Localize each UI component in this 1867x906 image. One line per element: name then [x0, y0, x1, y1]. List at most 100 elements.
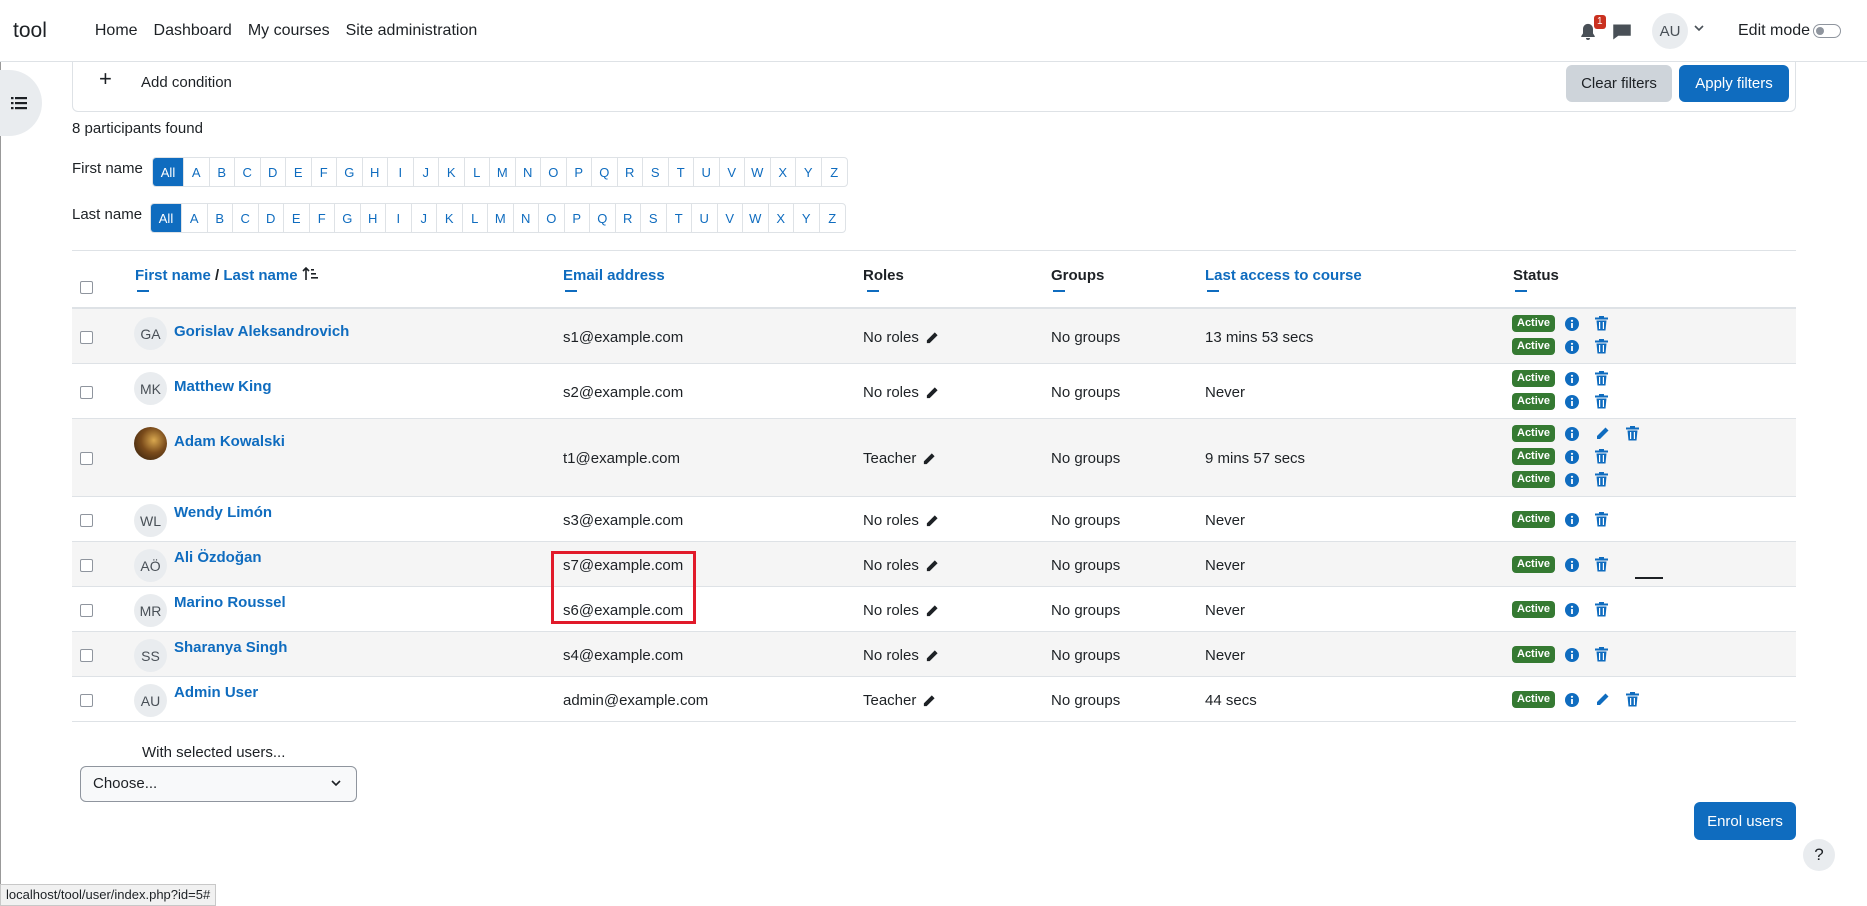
- collapse-column-status[interactable]: [1515, 290, 1527, 292]
- plus-icon[interactable]: +: [99, 66, 112, 92]
- collapse-column-roles[interactable]: [867, 290, 879, 292]
- first-name-initial-v[interactable]: V: [720, 158, 745, 186]
- info-icon[interactable]: [1565, 426, 1580, 441]
- first-name-initial-g[interactable]: G: [337, 158, 363, 186]
- trash-icon[interactable]: [1595, 602, 1609, 617]
- last-name-initial-j[interactable]: J: [412, 204, 437, 232]
- info-icon[interactable]: [1565, 371, 1580, 386]
- first-name-initial-f[interactable]: F: [312, 158, 337, 186]
- info-icon[interactable]: [1565, 692, 1580, 707]
- nav-my-courses[interactable]: My courses: [240, 22, 338, 40]
- first-name-initial-m[interactable]: M: [490, 158, 516, 186]
- last-name-initial-w[interactable]: W: [743, 204, 769, 232]
- user-name-link[interactable]: Wendy Limón: [174, 504, 272, 521]
- edit-icon[interactable]: [1595, 692, 1610, 707]
- row-select-checkbox[interactable]: [80, 386, 93, 399]
- first-name-initial-t[interactable]: T: [669, 158, 694, 186]
- chevron-down-icon[interactable]: [1694, 22, 1704, 36]
- last-name-initial-q[interactable]: Q: [590, 204, 616, 232]
- last-name-initial-b[interactable]: B: [208, 204, 233, 232]
- user-name-link[interactable]: Sharanya Singh: [174, 639, 287, 656]
- sort-last-access-link[interactable]: Last access to course: [1205, 267, 1362, 284]
- pencil-icon[interactable]: [925, 604, 939, 618]
- last-name-initial-a[interactable]: A: [182, 204, 208, 232]
- info-icon[interactable]: [1565, 449, 1580, 464]
- info-icon[interactable]: [1565, 602, 1580, 617]
- pencil-icon[interactable]: [922, 452, 936, 466]
- pencil-icon[interactable]: [922, 694, 936, 708]
- trash-icon[interactable]: [1595, 316, 1609, 331]
- first-name-initial-i[interactable]: I: [388, 158, 414, 186]
- collapse-column-groups[interactable]: [1053, 290, 1065, 292]
- last-name-initial-all[interactable]: All: [151, 204, 182, 232]
- trash-icon[interactable]: [1595, 339, 1609, 354]
- user-name-link[interactable]: Adam Kowalski: [174, 433, 285, 450]
- first-name-initial-x[interactable]: X: [771, 158, 796, 186]
- trash-icon[interactable]: [1595, 557, 1609, 572]
- last-name-initial-z[interactable]: Z: [820, 204, 846, 232]
- first-name-initial-o[interactable]: O: [541, 158, 567, 186]
- bulk-action-select[interactable]: Choose...: [80, 766, 357, 802]
- last-name-initial-i[interactable]: I: [386, 204, 412, 232]
- trash-icon[interactable]: [1626, 426, 1640, 441]
- info-icon[interactable]: [1565, 472, 1580, 487]
- edit-mode-toggle[interactable]: [1813, 24, 1841, 38]
- first-name-initial-q[interactable]: Q: [592, 158, 618, 186]
- pencil-icon[interactable]: [925, 386, 939, 400]
- first-name-initial-s[interactable]: S: [643, 158, 669, 186]
- site-brand[interactable]: tool: [13, 19, 47, 43]
- first-name-initial-d[interactable]: D: [261, 158, 286, 186]
- last-name-initial-v[interactable]: V: [718, 204, 743, 232]
- collapse-column-name[interactable]: [137, 290, 149, 292]
- first-name-initial-n[interactable]: N: [516, 158, 541, 186]
- first-name-initial-u[interactable]: U: [694, 158, 720, 186]
- sort-first-name-link[interactable]: First name: [135, 267, 211, 284]
- user-name-link[interactable]: Ali Özdoğan: [174, 549, 262, 566]
- last-name-initial-f[interactable]: F: [310, 204, 335, 232]
- course-index-toggle[interactable]: [0, 70, 42, 136]
- last-name-initial-x[interactable]: X: [769, 204, 794, 232]
- row-select-checkbox[interactable]: [80, 604, 93, 617]
- first-name-initial-r[interactable]: R: [618, 158, 643, 186]
- last-name-initial-d[interactable]: D: [259, 204, 284, 232]
- last-name-initial-c[interactable]: C: [233, 204, 259, 232]
- first-name-initial-l[interactable]: L: [465, 158, 490, 186]
- nav-home[interactable]: Home: [87, 22, 146, 40]
- trash-icon[interactable]: [1595, 512, 1609, 527]
- edit-icon[interactable]: [1595, 426, 1610, 441]
- sort-last-name-link[interactable]: Last name: [223, 267, 297, 284]
- first-name-initial-b[interactable]: B: [210, 158, 235, 186]
- trash-icon[interactable]: [1595, 449, 1609, 464]
- first-name-initial-c[interactable]: C: [235, 158, 261, 186]
- user-name-link[interactable]: Admin User: [174, 684, 258, 701]
- row-select-checkbox[interactable]: [80, 514, 93, 527]
- last-name-initial-l[interactable]: L: [463, 204, 488, 232]
- user-name-link[interactable]: Matthew King: [174, 378, 272, 395]
- user-name-link[interactable]: Gorislav Aleksandrovich: [174, 323, 349, 340]
- select-all-checkbox[interactable]: [80, 281, 93, 294]
- last-name-initial-y[interactable]: Y: [794, 204, 820, 232]
- pencil-icon[interactable]: [925, 514, 939, 528]
- trash-icon[interactable]: [1595, 371, 1609, 386]
- info-icon[interactable]: [1565, 647, 1580, 662]
- nav-site-administration[interactable]: Site administration: [338, 22, 486, 40]
- pencil-icon[interactable]: [925, 649, 939, 663]
- last-name-initial-u[interactable]: U: [692, 204, 718, 232]
- row-select-checkbox[interactable]: [80, 559, 93, 572]
- first-name-initial-y[interactable]: Y: [796, 158, 822, 186]
- last-name-initial-g[interactable]: G: [335, 204, 361, 232]
- row-select-checkbox[interactable]: [80, 694, 93, 707]
- collapse-column-last-access[interactable]: [1207, 290, 1219, 292]
- pencil-icon[interactable]: [925, 331, 939, 345]
- user-name-link[interactable]: Marino Roussel: [174, 594, 286, 611]
- last-name-initial-n[interactable]: N: [514, 204, 539, 232]
- last-name-initial-e[interactable]: E: [284, 204, 310, 232]
- first-name-initial-j[interactable]: J: [414, 158, 439, 186]
- last-name-initial-p[interactable]: P: [565, 204, 590, 232]
- first-name-initial-z[interactable]: Z: [822, 158, 848, 186]
- last-name-initial-s[interactable]: S: [641, 204, 667, 232]
- info-icon[interactable]: [1565, 557, 1580, 572]
- info-icon[interactable]: [1565, 394, 1580, 409]
- info-icon[interactable]: [1565, 316, 1580, 331]
- user-menu-avatar[interactable]: AU: [1652, 13, 1688, 49]
